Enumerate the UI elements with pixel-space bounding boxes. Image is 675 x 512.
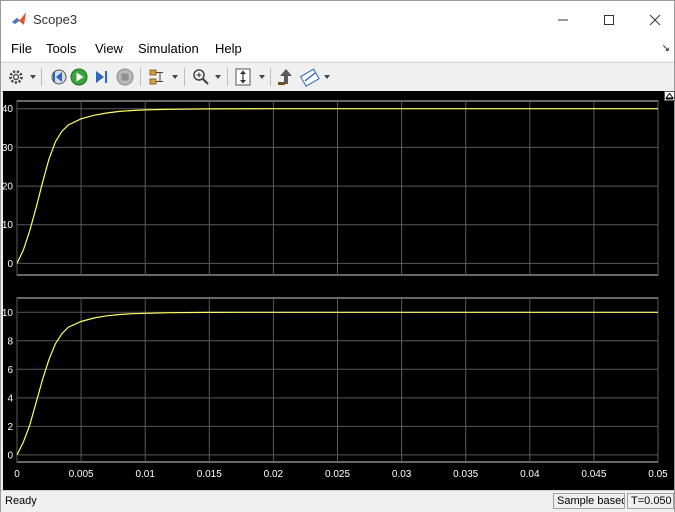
x-tick-label: 0.005 bbox=[69, 469, 94, 480]
status-bar: Ready Sample based T=0.050 bbox=[1, 490, 674, 512]
y-tick-label: 6 bbox=[7, 365, 13, 376]
y-tick-label: 2 bbox=[7, 422, 13, 433]
x-tick-label: 0.015 bbox=[197, 469, 222, 480]
axes-bottom: 0 2 4 6 8 10 0 0.005 0.01 0.015 0.02 0.025 0.03 0.035… bbox=[2, 297, 668, 480]
x-tick-label: 0.045 bbox=[581, 469, 606, 480]
y-tick-label: 40 bbox=[2, 104, 14, 115]
x-tick-label: 0.01 bbox=[135, 469, 155, 480]
y-tick-label: 8 bbox=[7, 336, 13, 347]
scope-window: Scope3 File Tools View Simulation Help ↘ bbox=[0, 0, 675, 512]
y-tick-label: 0 bbox=[7, 450, 13, 461]
y-tick-label: 20 bbox=[2, 182, 14, 193]
status-text: Ready bbox=[5, 495, 37, 507]
sim-time-indicator: T=0.050 bbox=[627, 493, 674, 509]
x-tick-label: 0.025 bbox=[325, 469, 350, 480]
axes-top: 0 10 20 30 40 bbox=[2, 100, 659, 276]
x-tick-label: 0.03 bbox=[392, 469, 412, 480]
x-tick-label: 0 bbox=[14, 469, 20, 480]
y-tick-label: 30 bbox=[2, 143, 14, 154]
y-tick-label: 10 bbox=[2, 308, 14, 319]
x-tick-label: 0.02 bbox=[264, 469, 284, 480]
x-tick-label: 0.05 bbox=[648, 469, 668, 480]
sample-mode-indicator: Sample based bbox=[553, 493, 625, 509]
y-tick-label: 0 bbox=[7, 259, 13, 270]
scope-plots: 0 10 20 30 40 0 2 4 6 8 10 0 0.005 0.01 0.015 0.02 0.02… bbox=[2, 100, 668, 480]
y-tick-label: 4 bbox=[7, 393, 13, 404]
y-tick-label: 10 bbox=[2, 220, 14, 231]
x-tick-label: 0.035 bbox=[453, 469, 478, 480]
x-tick-label: 0.04 bbox=[520, 469, 540, 480]
